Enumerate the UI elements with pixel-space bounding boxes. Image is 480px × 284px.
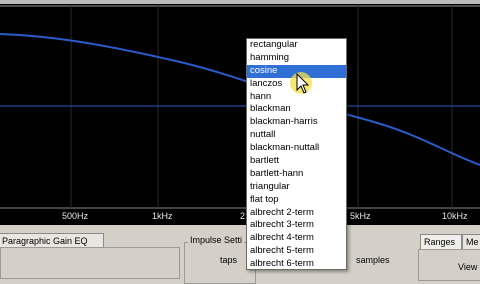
taps-label: taps [220, 255, 238, 265]
dropdown-option-rectangular[interactable]: rectangular [247, 39, 346, 52]
dropdown-option-blackman-nuttall[interactable]: blackman-nuttall [247, 142, 346, 155]
dropdown-option-bartlett[interactable]: bartlett [247, 155, 346, 168]
dropdown-option-albrecht-3-term[interactable]: albrecht 3-term [247, 219, 346, 232]
plot-canvas [0, 5, 480, 209]
x-tick-label: 2 [240, 211, 246, 221]
impulse-settings-label: Impulse Setti [188, 235, 245, 245]
x-tick-label: 10kHz [442, 211, 468, 221]
dropdown-option-albrecht-6-term[interactable]: albrecht 6-term [247, 258, 346, 269]
window-top-edge [0, 0, 480, 4]
response-curve [0, 33, 480, 166]
samples-label: samples [356, 255, 390, 265]
dropdown-option-albrecht-5-term[interactable]: albrecht 5-term [247, 245, 346, 258]
view-label: View [458, 262, 478, 272]
x-tick-label: 1kHz [152, 211, 173, 221]
dropdown-option-blackman[interactable]: blackman [247, 103, 346, 116]
tab-paragraphic-gain-eq[interactable]: Paragraphic Gain EQ [0, 233, 104, 248]
tab-me[interactable]: Me [462, 234, 480, 249]
tab-ranges[interactable]: Ranges [420, 234, 462, 249]
mouse-pointer-icon [290, 72, 312, 94]
dropdown-option-flat-top[interactable]: flat top [247, 194, 346, 207]
settings-panel: Paragraphic Gain EQ Impulse Setti taps s… [0, 225, 480, 284]
dropdown-option-triangular[interactable]: triangular [247, 181, 346, 194]
dropdown-option-albrecht-4-term[interactable]: albrecht 4-term [247, 232, 346, 245]
dropdown-option-blackman-harris[interactable]: blackman-harris [247, 116, 346, 129]
frequency-response-plot: 500Hz 1kHz 2 5kHz 10kHz [0, 0, 480, 225]
dropdown-option-albrecht-2-term[interactable]: albrecht 2-term [247, 207, 346, 220]
dropdown-option-hamming[interactable]: hamming [247, 52, 346, 65]
x-tick-label: 5kHz [350, 211, 371, 221]
x-tick-label: 500Hz [62, 211, 89, 221]
eq-group-box [0, 247, 180, 279]
dropdown-option-nuttall[interactable]: nuttall [247, 129, 346, 142]
dropdown-option-bartlett-hann[interactable]: bartlett-hann [247, 168, 346, 181]
